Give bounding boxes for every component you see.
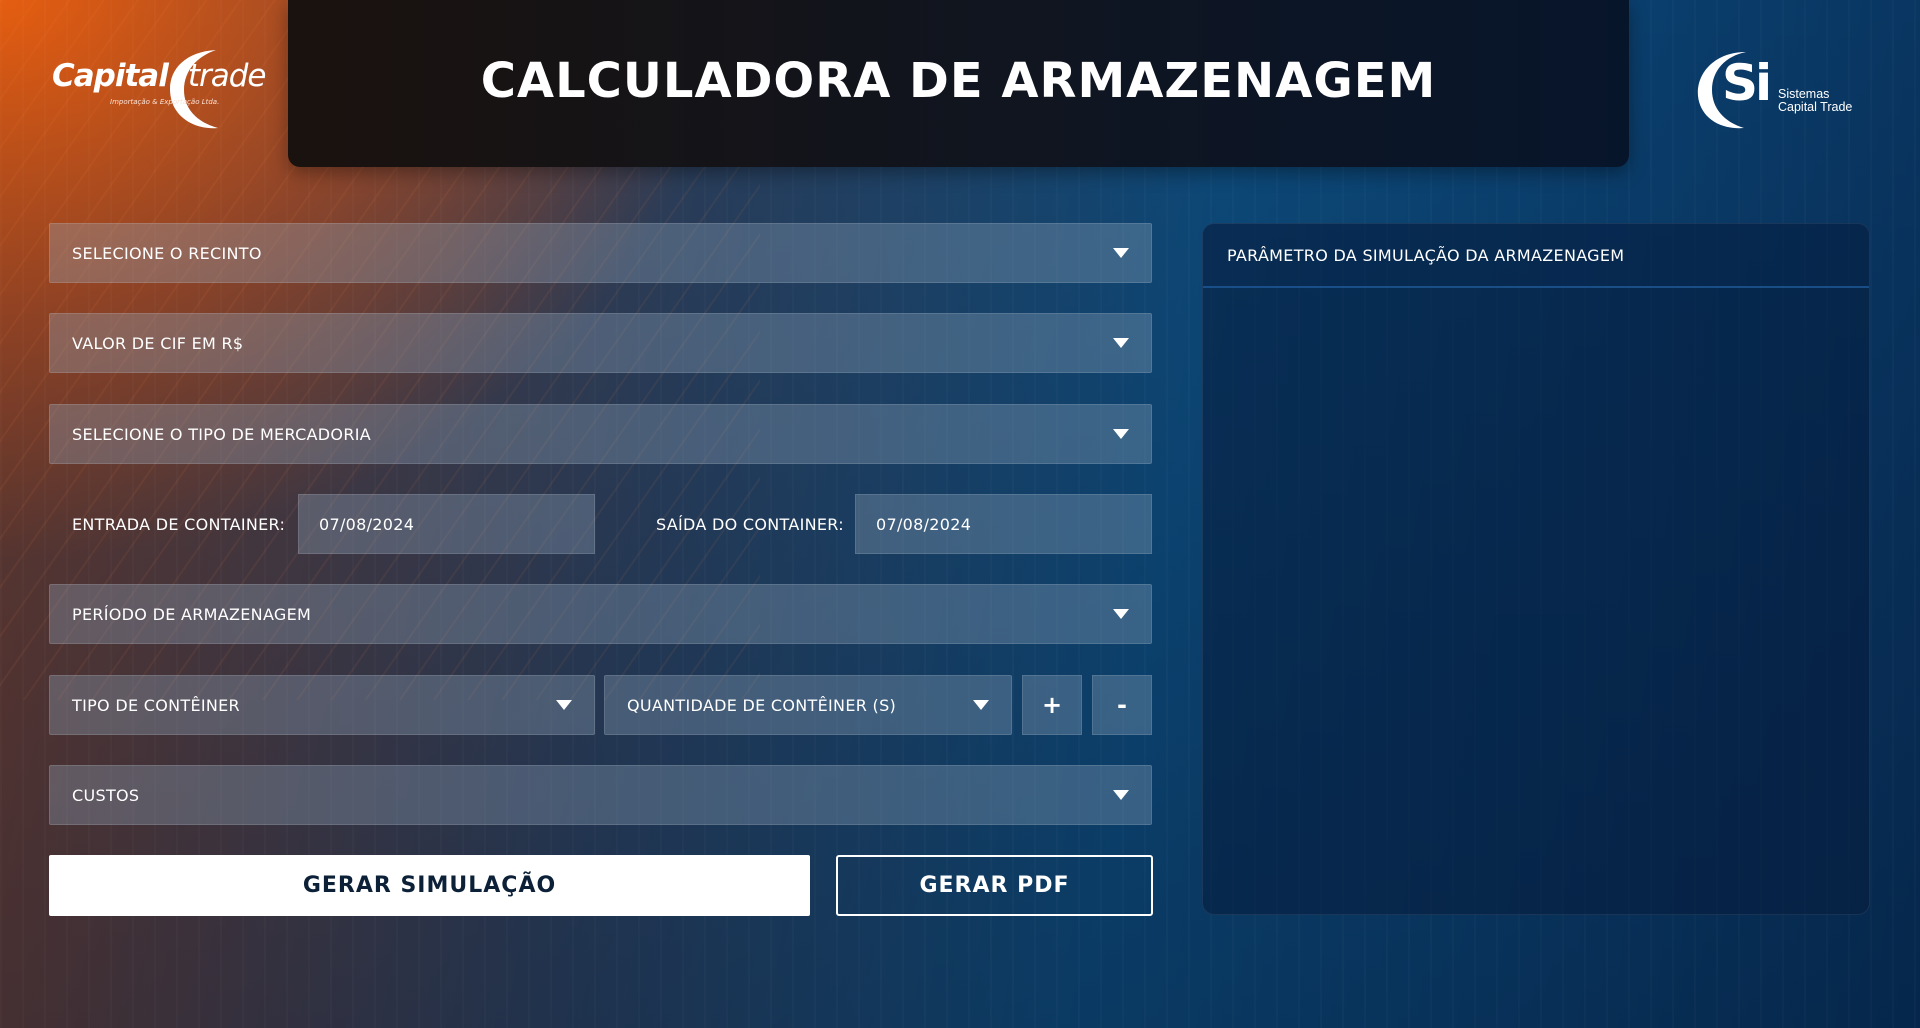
decrease-quantity-button[interactable]: - xyxy=(1092,675,1152,735)
saida-container-date-input[interactable]: 07/08/2024 xyxy=(855,494,1152,554)
quantidade-conteiner-label: QUANTIDADE DE CONTÊINER (S) xyxy=(627,695,897,715)
simulation-parameters-panel: PARÂMETRO DA SIMULAÇÃO DA ARMAZENAGEM xyxy=(1202,223,1870,915)
logo-brand-capital: Capital xyxy=(52,58,169,94)
caret-down-icon xyxy=(1113,429,1129,439)
recinto-select-label: SELECIONE O RECINTO xyxy=(72,243,262,263)
saida-container-label: SAÍDA DO CONTAINER: xyxy=(656,514,844,534)
header-bar: CALCULADORA DE ARMAZENAGEM xyxy=(288,0,1629,167)
gerar-simulacao-button[interactable]: GERAR SIMULAÇÃO xyxy=(49,855,810,916)
custos-select-label: CUSTOS xyxy=(72,785,140,805)
periodo-armazenagem-select[interactable]: PERÍODO DE ARMAZENAGEM xyxy=(49,584,1152,644)
si-logo: Si Sistemas Capital Trade xyxy=(1692,50,1862,130)
recinto-select[interactable]: SELECIONE O RECINTO xyxy=(49,223,1152,283)
minus-icon: - xyxy=(1117,691,1127,719)
entrada-container-label: ENTRADA DE CONTAINER: xyxy=(72,514,286,534)
periodo-armazenagem-label: PERÍODO DE ARMAZENAGEM xyxy=(72,604,312,624)
logo-brand-text: Capital trade xyxy=(52,58,267,94)
caret-down-icon xyxy=(1113,248,1129,258)
logo-tagline: Importação & Exportação Ltda. xyxy=(110,98,220,106)
custos-select[interactable]: CUSTOS xyxy=(49,765,1152,825)
tipo-conteiner-select[interactable]: TIPO DE CONTÊINER xyxy=(49,675,595,735)
increase-quantity-button[interactable]: + xyxy=(1022,675,1082,735)
panel-body xyxy=(1203,288,1869,914)
logo-brand-trade: trade xyxy=(187,58,267,94)
tipo-conteiner-label: TIPO DE CONTÊINER xyxy=(72,695,240,715)
cif-value-label: VALOR DE CIF EM R$ xyxy=(72,333,244,353)
mercadoria-select-label: SELECIONE O TIPO DE MERCADORIA xyxy=(72,424,371,444)
plus-icon: + xyxy=(1041,691,1063,719)
si-logo-mark: Si xyxy=(1722,54,1772,112)
capital-trade-logo: Capital trade Importação & Exportação Ltd… xyxy=(50,46,267,136)
cif-value-select[interactable]: VALOR DE CIF EM R$ xyxy=(49,313,1152,373)
mercadoria-select[interactable]: SELECIONE O TIPO DE MERCADORIA xyxy=(49,404,1152,464)
quantidade-conteiner-select[interactable]: QUANTIDADE DE CONTÊINER (S) xyxy=(604,675,1012,735)
panel-title: PARÂMETRO DA SIMULAÇÃO DA ARMAZENAGEM xyxy=(1203,224,1869,288)
si-logo-line2: Capital Trade xyxy=(1778,100,1853,114)
caret-down-icon xyxy=(1113,790,1129,800)
page-title: CALCULADORA DE ARMAZENAGEM xyxy=(480,53,1437,109)
entrada-container-date-input[interactable]: 07/08/2024 xyxy=(298,494,595,554)
si-logo-subtitle: Sistemas Capital Trade xyxy=(1778,88,1852,114)
caret-down-icon xyxy=(973,700,989,710)
caret-down-icon xyxy=(1113,609,1129,619)
caret-down-icon xyxy=(1113,338,1129,348)
caret-down-icon xyxy=(556,700,572,710)
gerar-pdf-button[interactable]: GERAR PDF xyxy=(836,855,1153,916)
